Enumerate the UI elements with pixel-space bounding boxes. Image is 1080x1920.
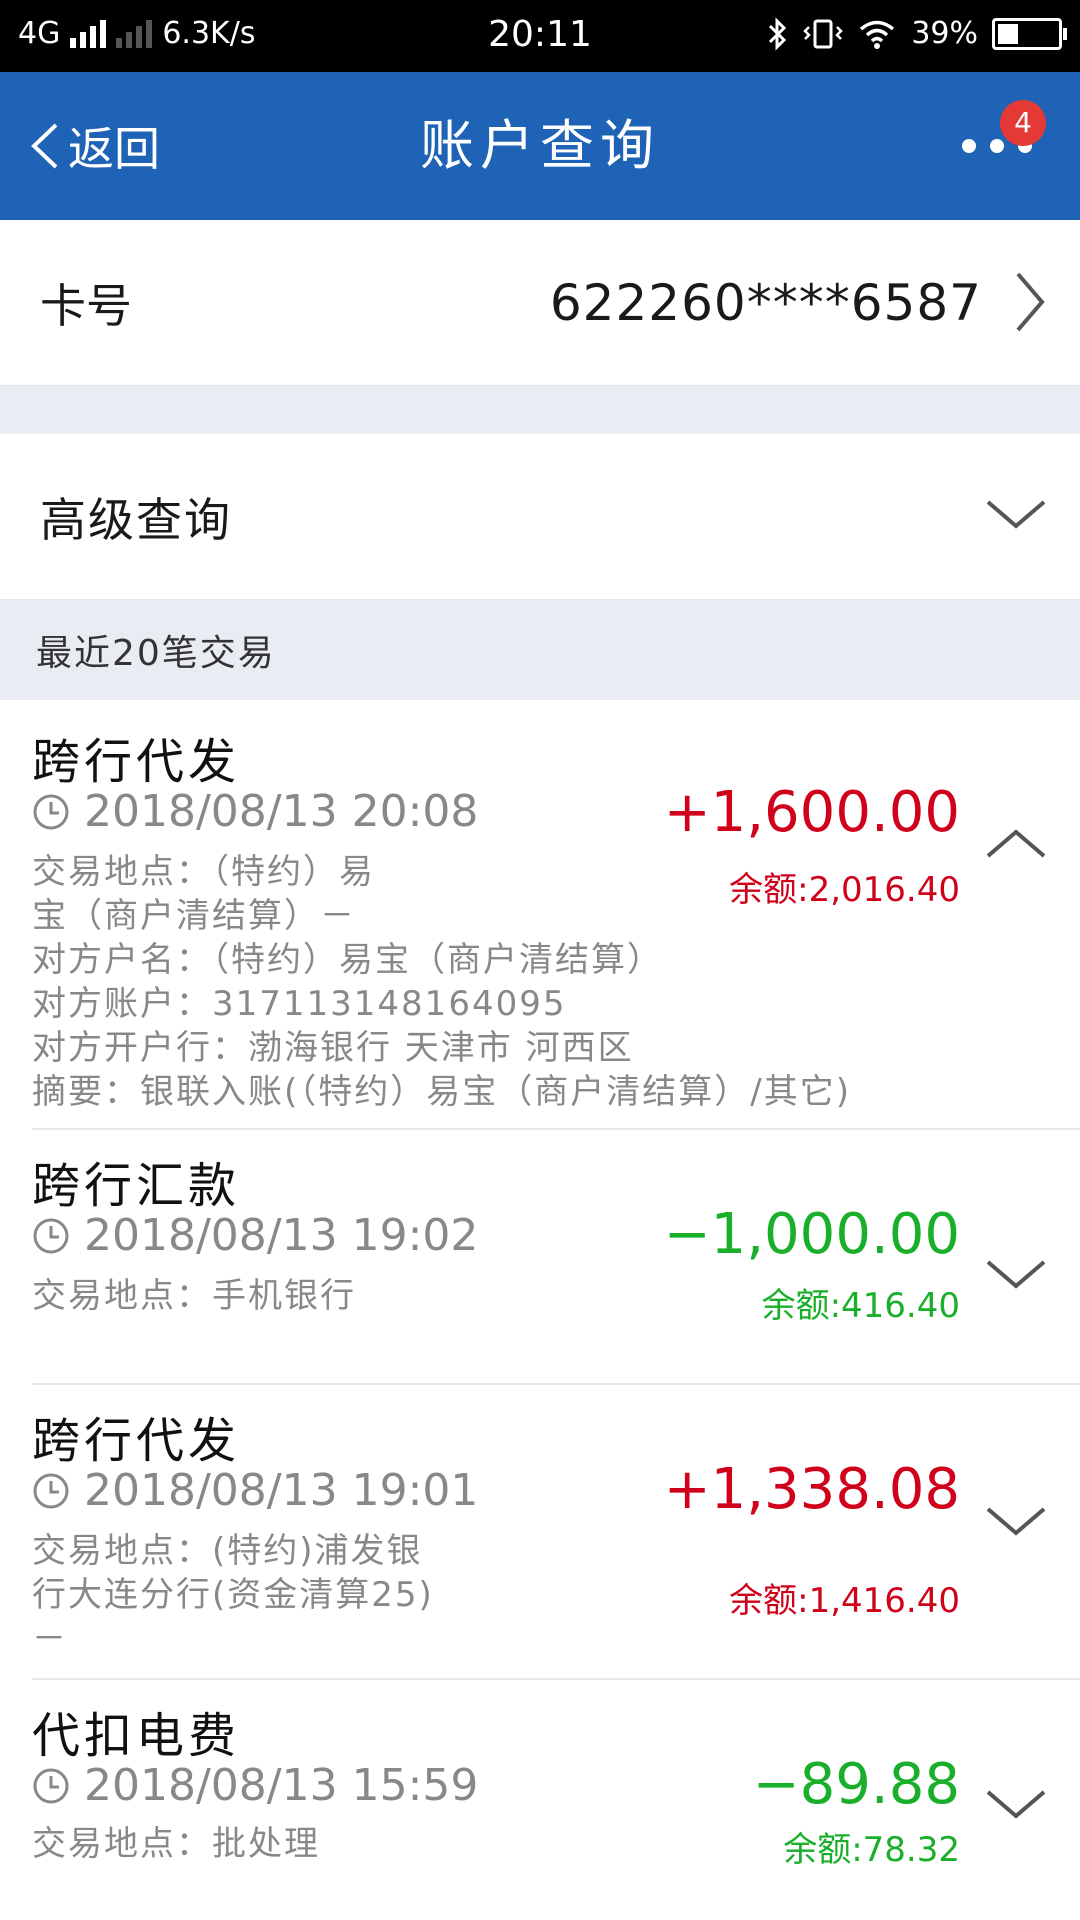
transaction-amount: +1,600.00 <box>663 780 960 845</box>
transaction-item[interactable]: 跨行代发 2018/08/13 20:08 +1,600.00 余额:2,016… <box>0 700 1080 1130</box>
transaction-item[interactable]: 代扣电费 2018/08/13 15:59 −89.88 余额:78.32 交易… <box>0 1680 1080 1900</box>
clock-icon <box>33 1768 69 1803</box>
transaction-time-text: 2018/08/13 15:59 <box>84 1760 479 1811</box>
section-gap <box>0 386 1080 434</box>
transaction-balance: 余额:1,416.40 <box>729 1581 960 1621</box>
more-dot <box>962 139 976 153</box>
location-line: 交易地点：批处理 <box>32 1824 320 1864</box>
status-bar: 4G 6.3K/s 20:11 39% <box>0 0 1080 72</box>
transaction-title: 跨行汇款 <box>32 1158 241 1214</box>
counterparty-bank: 对方开户行：渤海银行 天津市 河西区 <box>32 1028 634 1068</box>
transaction-location: 交易地点：手机银行 <box>32 1274 632 1318</box>
location-line: 行大连分行(资金清算25) <box>32 1575 434 1615</box>
transaction-balance: 余额:78.32 <box>783 1830 960 1870</box>
wifi-icon <box>860 20 895 49</box>
transaction-amount: +1,338.08 <box>663 1457 960 1522</box>
transaction-time: 2018/08/13 19:02 <box>32 1210 478 1261</box>
battery-percent: 39% <box>911 16 978 51</box>
location-line: 交易地点：手机银行 <box>32 1276 356 1316</box>
transaction-location: 交易地点：(特约)浦发银 行大连分行(资金清算25) － <box>32 1529 632 1661</box>
recent-transactions-header: 最近20笔交易 <box>0 600 1080 700</box>
location-line: － <box>32 1619 68 1659</box>
chevron-down-icon[interactable] <box>984 1786 1048 1822</box>
chevron-down-icon[interactable] <box>984 1256 1048 1292</box>
clock-icon <box>33 1218 69 1253</box>
app-header: 返回 账户查询 4 <box>0 72 1080 220</box>
location-line: 交易地点：（特约）易 <box>32 852 375 892</box>
transaction-time-text: 2018/08/13 19:01 <box>84 1465 479 1516</box>
location-line: 宝（商户清结算）－ <box>32 896 356 936</box>
transaction-time-text: 2018/08/13 20:08 <box>84 786 479 837</box>
page-title: 账户查询 <box>420 114 660 177</box>
transaction-item[interactable]: 跨行汇款 2018/08/13 19:02 −1,000.00 余额:416.4… <box>0 1130 1080 1385</box>
notification-badge: 4 <box>1000 100 1046 146</box>
transaction-time-text: 2018/08/13 19:02 <box>84 1210 479 1261</box>
transaction-location: 交易地点：（特约）易 宝（商户清结算）－ <box>32 850 632 938</box>
transaction-title: 代扣电费 <box>32 1708 241 1764</box>
card-label: 卡号 <box>40 278 132 333</box>
transaction-title: 跨行代发 <box>32 734 241 790</box>
transaction-time: 2018/08/13 15:59 <box>32 1760 478 1811</box>
transaction-location: 交易地点：批处理 <box>32 1822 632 1866</box>
transaction-time: 2018/08/13 19:01 <box>32 1465 478 1516</box>
battery-icon <box>992 17 1067 50</box>
clock-icon <box>33 1473 69 1508</box>
advanced-query-label: 高级查询 <box>40 492 232 547</box>
advanced-query-row[interactable]: 高级查询 <box>0 434 1080 600</box>
card-number-row[interactable]: 卡号 622260****6587 <box>0 220 1080 386</box>
transaction-balance: 余额:2,016.40 <box>729 870 960 910</box>
transaction-balance: 余额:416.40 <box>761 1286 960 1326</box>
more-dot <box>990 139 1004 153</box>
chevron-down-icon[interactable] <box>984 1503 1048 1539</box>
vibrate-icon <box>803 19 844 48</box>
transaction-amount: −89.88 <box>752 1752 960 1817</box>
transaction-time: 2018/08/13 20:08 <box>32 786 478 837</box>
counterparty-name: 对方户名：（特约）易宝（商户清结算） <box>32 940 663 980</box>
counterparty-account: 对方账户：317113148164095 <box>32 984 567 1024</box>
transaction-title: 跨行代发 <box>32 1413 241 1469</box>
chevron-down-icon <box>986 500 1046 529</box>
clock-icon <box>33 794 69 829</box>
card-number: 622260****6587 <box>549 273 982 332</box>
transaction-details: 对方户名：（特约）易宝（商户清结算） 对方账户：317113148164095 … <box>32 938 992 1114</box>
transaction-amount: −1,000.00 <box>663 1202 960 1267</box>
bluetooth-icon <box>769 16 787 51</box>
chevron-up-icon[interactable] <box>984 826 1048 862</box>
transaction-summary: 摘要：银联入账(（特约）易宝（商户清结算）/其它) <box>32 1072 851 1112</box>
more-menu-button[interactable]: 4 <box>962 72 1046 220</box>
chevron-right-icon <box>1016 272 1045 332</box>
status-right: 39% <box>767 16 1067 51</box>
location-line: 交易地点：(特约)浦发银 <box>32 1531 423 1571</box>
transaction-item[interactable]: 跨行代发 2018/08/13 19:01 +1,338.08 余额:1,416… <box>0 1385 1080 1680</box>
